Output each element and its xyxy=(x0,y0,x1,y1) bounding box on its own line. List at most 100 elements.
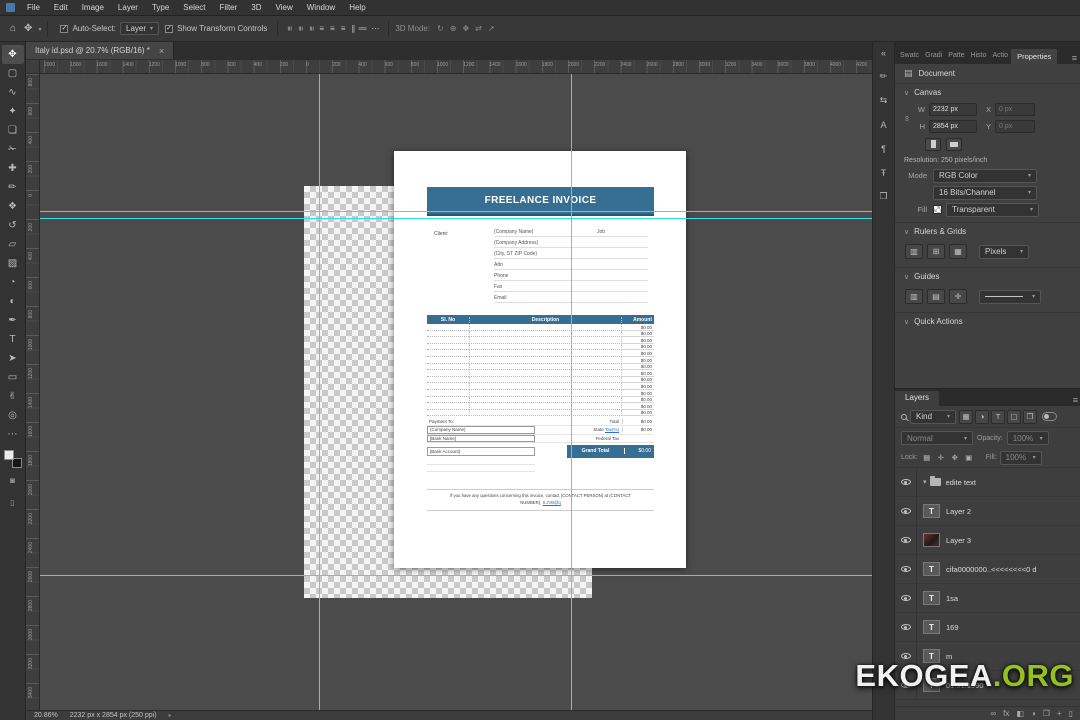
dodge-tool[interactable]: ◐ xyxy=(2,292,24,311)
align-right-icon[interactable]: ≡ xyxy=(307,23,316,34)
3d-slide-icon[interactable]: ⇄ xyxy=(472,24,485,33)
distribute-h-icon[interactable]: ∥ xyxy=(348,24,358,33)
screen-mode-button[interactable]: ▯ xyxy=(2,493,24,512)
text-layer-thumbnail[interactable]: T xyxy=(923,620,940,634)
character-panel-icon[interactable]: A xyxy=(875,117,893,132)
x-input[interactable]: 0 px xyxy=(995,103,1035,116)
lock-transparency-icon[interactable]: ▦ xyxy=(921,452,933,464)
quick-mask-button[interactable]: ◙ xyxy=(2,471,24,490)
text-layer-thumbnail[interactable]: T xyxy=(923,562,940,576)
3d-drag-icon[interactable]: ✥ xyxy=(459,24,472,33)
layer-row[interactable]: Tcifa0000000..<<<<<<<<0 d xyxy=(895,555,1080,584)
menu-image[interactable]: Image xyxy=(75,3,111,12)
status-options-icon[interactable] xyxy=(169,712,172,719)
type-tool[interactable]: T xyxy=(2,330,24,349)
layers-panel-menu-icon[interactable] xyxy=(1073,395,1078,406)
distribute-v-icon[interactable]: ∥ xyxy=(359,24,368,34)
vertical-ruler[interactable]: 800 600 400 200 0 200 400 600 800 1000 1200 1400 160… xyxy=(26,74,40,710)
move-tool[interactable]: ✥ xyxy=(1,45,24,64)
3d-roll-icon[interactable]: ⊕ xyxy=(447,24,460,33)
brush-tool[interactable]: ✏ xyxy=(2,178,24,197)
auto-select-checkbox[interactable] xyxy=(60,24,69,33)
document-page[interactable]: FREELANCE INVOICE Client: (Company Name) J… xyxy=(394,151,686,568)
menu-3d[interactable]: 3D xyxy=(244,3,268,12)
canvas-area[interactable]: 2000 1800 1600 1400 1200 1000 800 600 400 200 0 200… xyxy=(26,60,872,710)
hand-tool[interactable]: ✌ xyxy=(2,387,24,406)
visibility-toggle[interactable] xyxy=(895,497,917,525)
text-layer-thumbnail[interactable]: T xyxy=(923,504,940,518)
blend-mode-dropdown[interactable]: Normal xyxy=(901,431,973,445)
menu-window[interactable]: Window xyxy=(300,3,342,12)
menu-edit[interactable]: Edit xyxy=(47,3,75,12)
text-layer-thumbnail[interactable]: T xyxy=(923,591,940,605)
visibility-toggle[interactable] xyxy=(895,526,917,554)
ruler-origin-corner[interactable] xyxy=(26,60,40,74)
filter-adjustment-icon[interactable]: ◑ xyxy=(975,409,989,424)
link-layers-icon[interactable]: ∞ xyxy=(990,709,996,718)
tab-histo[interactable]: Histo xyxy=(968,49,990,64)
menu-filter[interactable]: Filter xyxy=(213,3,245,12)
path-select-tool[interactable]: ➤ xyxy=(2,349,24,368)
layer-mask-icon[interactable]: ◧ xyxy=(1016,709,1024,718)
clone-stamp-tool[interactable]: ❖ xyxy=(2,197,24,216)
portrait-orientation-icon[interactable] xyxy=(925,137,941,151)
bit-depth-dropdown[interactable]: 16 Bits/Channel xyxy=(933,185,1037,200)
pen-tool[interactable]: ✒ xyxy=(2,311,24,330)
crop-tool[interactable]: ❏ xyxy=(2,121,24,140)
layer-row[interactable]: T Layer 2 xyxy=(895,497,1080,526)
visibility-toggle[interactable] xyxy=(895,613,917,641)
toggle-grid-icon[interactable]: ⊞ xyxy=(927,244,945,259)
edit-toolbar-icon[interactable]: ⋯ xyxy=(2,425,24,444)
menu-view[interactable]: View xyxy=(269,3,300,12)
align-left-icon[interactable]: ≡ xyxy=(285,23,294,34)
document-tab[interactable]: Italy id.psd @ 20.7% (RGB/16) * xyxy=(26,42,175,59)
menu-layer[interactable]: Layer xyxy=(111,3,145,12)
layer-row[interactable]: ▾ edite text xyxy=(895,468,1080,497)
new-guide-layout-icon[interactable]: ▥ xyxy=(905,289,923,304)
quick-actions-section-header[interactable]: Quick Actions xyxy=(895,313,1080,330)
width-input[interactable]: 2232 px xyxy=(929,103,977,116)
align-top-icon[interactable]: ≡ xyxy=(316,24,327,33)
canvas-fill-dropdown[interactable]: Transparent xyxy=(946,202,1039,217)
lock-paint-icon[interactable]: ✛ xyxy=(935,452,947,464)
lock-guides-icon[interactable]: ▤ xyxy=(927,289,945,304)
filter-kind-dropdown[interactable]: Kind xyxy=(910,409,956,424)
history-brush-tool[interactable]: ↺ xyxy=(2,216,24,235)
align-bottom-icon[interactable]: ≡ xyxy=(338,24,349,33)
visibility-toggle[interactable] xyxy=(895,468,917,496)
lasso-tool[interactable]: ∿ xyxy=(2,83,24,102)
layer-row[interactable]: T 169 xyxy=(895,613,1080,642)
filter-toggle[interactable] xyxy=(1042,412,1057,421)
align-middle-icon[interactable]: ≡ xyxy=(327,24,338,33)
zoom-tool[interactable]: ◎ xyxy=(2,406,24,425)
ruler-units-dropdown[interactable]: Pixels xyxy=(979,244,1029,259)
new-layer-icon[interactable]: + xyxy=(1057,709,1062,718)
filter-pixel-icon[interactable]: ▦ xyxy=(959,409,973,424)
collapse-panels-icon[interactable]: « xyxy=(875,45,893,60)
align-center-h-icon[interactable]: ≡ xyxy=(296,23,305,34)
toggle-rulers-icon[interactable]: ▥ xyxy=(905,244,923,259)
foreground-color-swatch[interactable] xyxy=(3,450,14,460)
zoom-level-field[interactable]: 20.86% xyxy=(34,712,58,719)
shape-tool[interactable]: ▭ xyxy=(2,368,24,387)
tax-link[interactable]: Tax(%) xyxy=(605,427,619,432)
3d-scale-icon[interactable]: ↗ xyxy=(485,24,498,33)
show-transform-checkbox[interactable] xyxy=(165,24,174,33)
filter-smart-object-icon[interactable]: ❐ xyxy=(1023,409,1037,424)
menu-select[interactable]: Select xyxy=(176,3,212,12)
canvas-section-header[interactable]: Canvas xyxy=(895,84,1080,101)
magic-wand-tool[interactable]: ✦ xyxy=(2,102,24,121)
layer-effects-icon[interactable]: fx xyxy=(1003,709,1009,718)
tab-gradi[interactable]: Gradi xyxy=(922,49,945,64)
visibility-toggle[interactable] xyxy=(895,584,917,612)
menu-file[interactable]: File xyxy=(20,3,47,12)
3d-rotate-icon[interactable]: ↻ xyxy=(434,24,447,33)
new-adjustment-icon[interactable]: ◑ xyxy=(1031,709,1036,718)
libraries-panel-icon[interactable]: ❐ xyxy=(875,189,893,204)
layer-thumbnail[interactable] xyxy=(923,533,940,547)
filter-type-icon[interactable]: T xyxy=(991,409,1005,424)
tab-actio[interactable]: Actio xyxy=(990,49,1012,64)
tool-preset-picker[interactable]: ✥ ▾ xyxy=(20,23,41,34)
close-icon[interactable] xyxy=(159,46,164,56)
tab-properties[interactable]: Properties xyxy=(1011,49,1058,64)
